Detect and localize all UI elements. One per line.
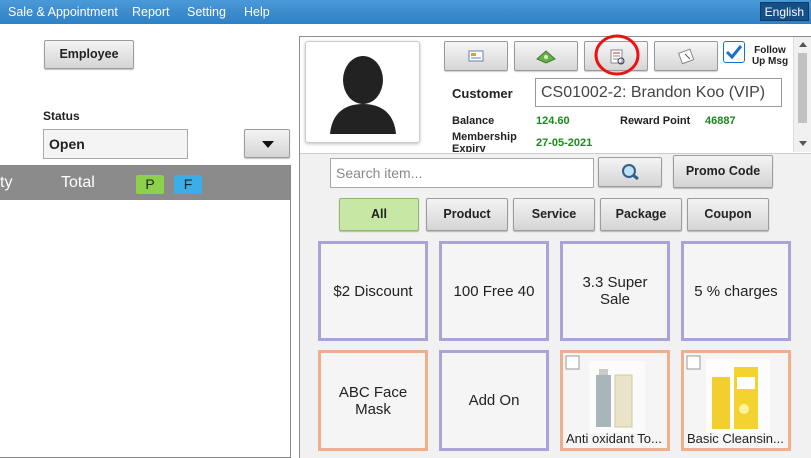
status-label: Status [43,109,80,123]
reward-point-value: 46887 [705,115,736,127]
item-name: 3.3 Super Sale [582,274,648,308]
item-name: Anti oxidant To... [566,431,662,446]
total-column-header: Total [61,174,95,191]
promo-code-button[interactable]: Promo Code [673,155,773,188]
menu-help[interactable]: Help [244,0,270,24]
category-product-tab[interactable]: Product [426,198,508,231]
item-name: ABC Face Mask [338,383,408,418]
item-tile[interactable]: 100 Free 40 [439,241,549,341]
customer-field[interactable]: CS01002-2: Brandon Koo (VIP) [535,78,782,107]
item-tile[interactable]: 5 % charges [681,241,791,341]
scroll-thumb[interactable] [798,53,807,123]
status-select[interactable]: Open [43,129,188,159]
item-name: $2 Discount [333,282,413,300]
item-tile[interactable]: ABC Face Mask [318,350,428,451]
item-tile[interactable]: Anti oxidant To... [560,350,670,451]
item-tile[interactable]: Add On [439,350,549,451]
menu-bar: Sale & Appointment Report Setting Help E… [0,0,811,24]
category-package-tab[interactable]: Package [600,198,682,231]
customer-label: Customer [452,86,513,101]
product-bottle-image [589,361,645,433]
search-input[interactable]: Search item... [330,158,594,188]
item-tile[interactable]: 3.3 Super Sale [560,241,670,341]
reward-point-label: Reward Point [620,115,691,127]
status-dropdown-button[interactable] [244,129,290,158]
scroll-up-icon [799,42,807,47]
qty-column-header: ty [0,174,13,191]
membership-expiry-label: Membership Expiry [452,131,517,152]
tag-f-button[interactable]: F [174,175,202,194]
menu-sale-appointment[interactable]: Sale & Appointment [8,0,118,24]
order-grid-header: ty Total P F [0,166,290,200]
highlight-circle [594,34,640,76]
item-tile[interactable]: Basic Cleansin... [681,350,791,451]
broken-image-icon [686,355,701,370]
category-service-tab[interactable]: Service [513,198,595,231]
menu-setting[interactable]: Setting [187,0,226,24]
balance-label: Balance [452,115,495,127]
follow-up-checkbox[interactable] [723,41,745,63]
item-name: 100 Free 40 [453,282,535,300]
membership-expiry-value: 27-05-2021 [536,137,593,149]
employee-button[interactable]: Employee [44,40,134,69]
scroll-down-icon [799,141,807,146]
item-name: 5 % charges [694,282,778,300]
menu-report[interactable]: Report [132,0,170,24]
balance-value: 124.60 [536,115,570,127]
user-silhouette-icon [330,56,396,134]
customer-scrollbar[interactable] [793,37,811,152]
id-card-icon [468,50,484,62]
item-name: Add On [468,392,520,409]
search-icon [622,164,639,181]
customer-avatar[interactable] [305,41,420,143]
language-button[interactable]: English [759,2,809,21]
product-tube-image [706,359,770,433]
payment-button[interactable] [514,41,578,71]
broken-image-icon [565,355,580,370]
item-tile[interactable]: $2 Discount [318,241,428,341]
checkmark-icon [725,45,743,60]
search-button[interactable] [598,157,662,187]
money-icon [536,50,556,64]
message-button[interactable] [654,41,718,71]
caret-down-icon [262,141,274,148]
follow-up-label: Follow Up Msg [751,45,789,67]
tag-p-button[interactable]: P [136,175,164,194]
item-name: Basic Cleansin... [687,431,784,446]
customer-card-button[interactable] [444,41,508,71]
category-all-tab[interactable]: All [339,198,419,231]
note-pencil-icon [678,48,695,65]
category-coupon-tab[interactable]: Coupon [687,198,769,231]
order-grid: ty Total P F [0,165,291,458]
